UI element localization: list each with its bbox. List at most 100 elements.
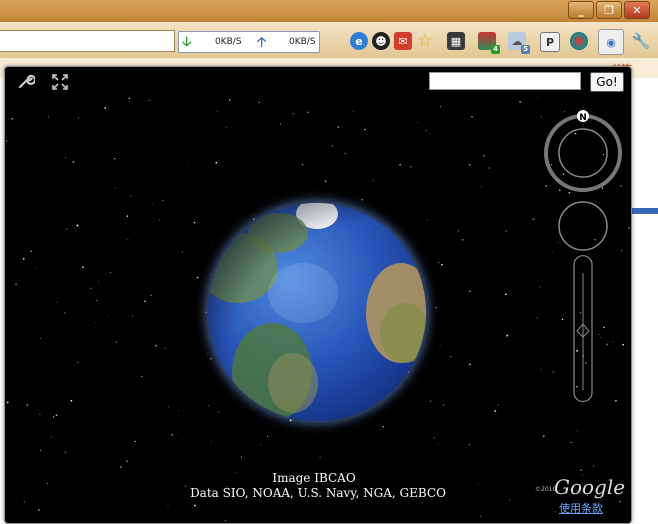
grid-icon[interactable]: ▦ bbox=[447, 32, 465, 50]
fullscreen-icon[interactable] bbox=[51, 73, 69, 91]
star bbox=[66, 228, 68, 230]
star bbox=[6, 140, 8, 142]
wrench-icon[interactable]: 🔧 bbox=[632, 32, 651, 50]
star bbox=[144, 300, 146, 303]
star bbox=[337, 126, 340, 128]
star bbox=[76, 361, 79, 364]
star bbox=[193, 221, 196, 224]
star bbox=[154, 344, 157, 347]
address-bar[interactable] bbox=[0, 30, 175, 52]
weather-icon[interactable]: ☁ 5 bbox=[508, 32, 530, 54]
star bbox=[130, 195, 132, 197]
star bbox=[542, 435, 545, 438]
star bbox=[450, 356, 452, 358]
star bbox=[72, 161, 75, 164]
star bbox=[89, 287, 92, 290]
minimize-button[interactable]: _ bbox=[568, 1, 594, 19]
star bbox=[141, 375, 143, 377]
star bbox=[536, 97, 538, 99]
star bbox=[506, 334, 509, 337]
star bbox=[178, 409, 179, 411]
star bbox=[225, 126, 227, 128]
star bbox=[168, 406, 170, 408]
star bbox=[6, 401, 9, 404]
star bbox=[177, 433, 178, 435]
close-button[interactable]: ✕ bbox=[624, 1, 650, 19]
user-icon[interactable]: ☻ bbox=[372, 32, 390, 50]
star bbox=[109, 271, 112, 274]
star bbox=[576, 430, 578, 432]
p-icon[interactable]: P bbox=[540, 32, 560, 52]
star bbox=[40, 338, 42, 339]
star bbox=[461, 239, 464, 241]
star bbox=[363, 128, 366, 131]
earth-search-input[interactable] bbox=[429, 72, 581, 90]
star bbox=[438, 261, 440, 264]
star bbox=[469, 363, 471, 366]
star bbox=[592, 465, 595, 467]
star bbox=[70, 399, 73, 402]
go-button[interactable]: Go! bbox=[590, 72, 624, 92]
star bbox=[104, 106, 107, 109]
star bbox=[497, 404, 499, 406]
star bbox=[494, 410, 497, 412]
title-bar: _ ❐ ✕ bbox=[0, 0, 658, 22]
star bbox=[64, 312, 66, 314]
star bbox=[98, 280, 100, 282]
star bbox=[38, 509, 40, 511]
star bbox=[115, 341, 117, 343]
navigation-controls[interactable]: N bbox=[543, 105, 623, 405]
star bbox=[324, 180, 327, 183]
star bbox=[22, 257, 25, 260]
zoom-slider[interactable] bbox=[573, 255, 593, 403]
star bbox=[23, 501, 25, 503]
star bbox=[30, 250, 32, 252]
star bbox=[127, 239, 129, 241]
download-speed: 0KB/S bbox=[215, 37, 242, 47]
star bbox=[319, 456, 321, 458]
terms-of-use-link[interactable]: 使用条款 bbox=[559, 500, 603, 516]
earth-globe[interactable] bbox=[208, 203, 426, 421]
star-icon[interactable]: ☆ bbox=[416, 31, 434, 51]
earth-toolbar-icon[interactable]: ◉ bbox=[598, 29, 624, 55]
star bbox=[439, 345, 441, 346]
star bbox=[107, 316, 108, 317]
star bbox=[417, 122, 419, 123]
star bbox=[35, 267, 37, 269]
star bbox=[382, 426, 384, 428]
star bbox=[224, 519, 227, 522]
star bbox=[187, 164, 188, 166]
google-logo: Google bbox=[554, 475, 626, 499]
star bbox=[152, 204, 153, 206]
earth-header-bar: Go! bbox=[5, 67, 631, 97]
star bbox=[64, 451, 67, 454]
star bbox=[471, 239, 473, 240]
star bbox=[260, 444, 262, 446]
star bbox=[56, 301, 58, 303]
star bbox=[215, 161, 218, 164]
monitor-icon[interactable]: 4 bbox=[478, 32, 500, 54]
browser-toolbar: 🡣 0KB/S 🡡 0KB/S e ☻ ✉ ☆ ▦ 4 ☁ 5 P ◉ 🔧 bbox=[0, 22, 658, 59]
star bbox=[128, 97, 130, 100]
camera-icon[interactable] bbox=[570, 32, 588, 50]
star bbox=[11, 117, 14, 120]
star bbox=[150, 294, 152, 296]
earth-viewport[interactable]: N Image IBCAO Data SIO, NOAA, U.S. Navy,… bbox=[5, 97, 631, 523]
star bbox=[181, 251, 183, 253]
attribution-line-1: Image IBCAO bbox=[272, 471, 356, 485]
star bbox=[119, 466, 122, 469]
star bbox=[505, 230, 507, 232]
compass-north-marker[interactable]: N bbox=[577, 110, 589, 123]
star bbox=[488, 167, 491, 169]
look-control[interactable] bbox=[558, 201, 608, 251]
wrench-icon[interactable] bbox=[17, 73, 35, 91]
star bbox=[457, 230, 460, 232]
compass-ring[interactable] bbox=[544, 114, 622, 192]
star bbox=[481, 186, 482, 188]
ie-icon[interactable]: e bbox=[350, 32, 368, 50]
restore-button[interactable]: ❐ bbox=[596, 1, 622, 19]
mail-icon[interactable]: ✉ bbox=[394, 32, 412, 50]
star bbox=[539, 286, 541, 288]
star bbox=[15, 283, 17, 286]
star bbox=[134, 440, 136, 443]
